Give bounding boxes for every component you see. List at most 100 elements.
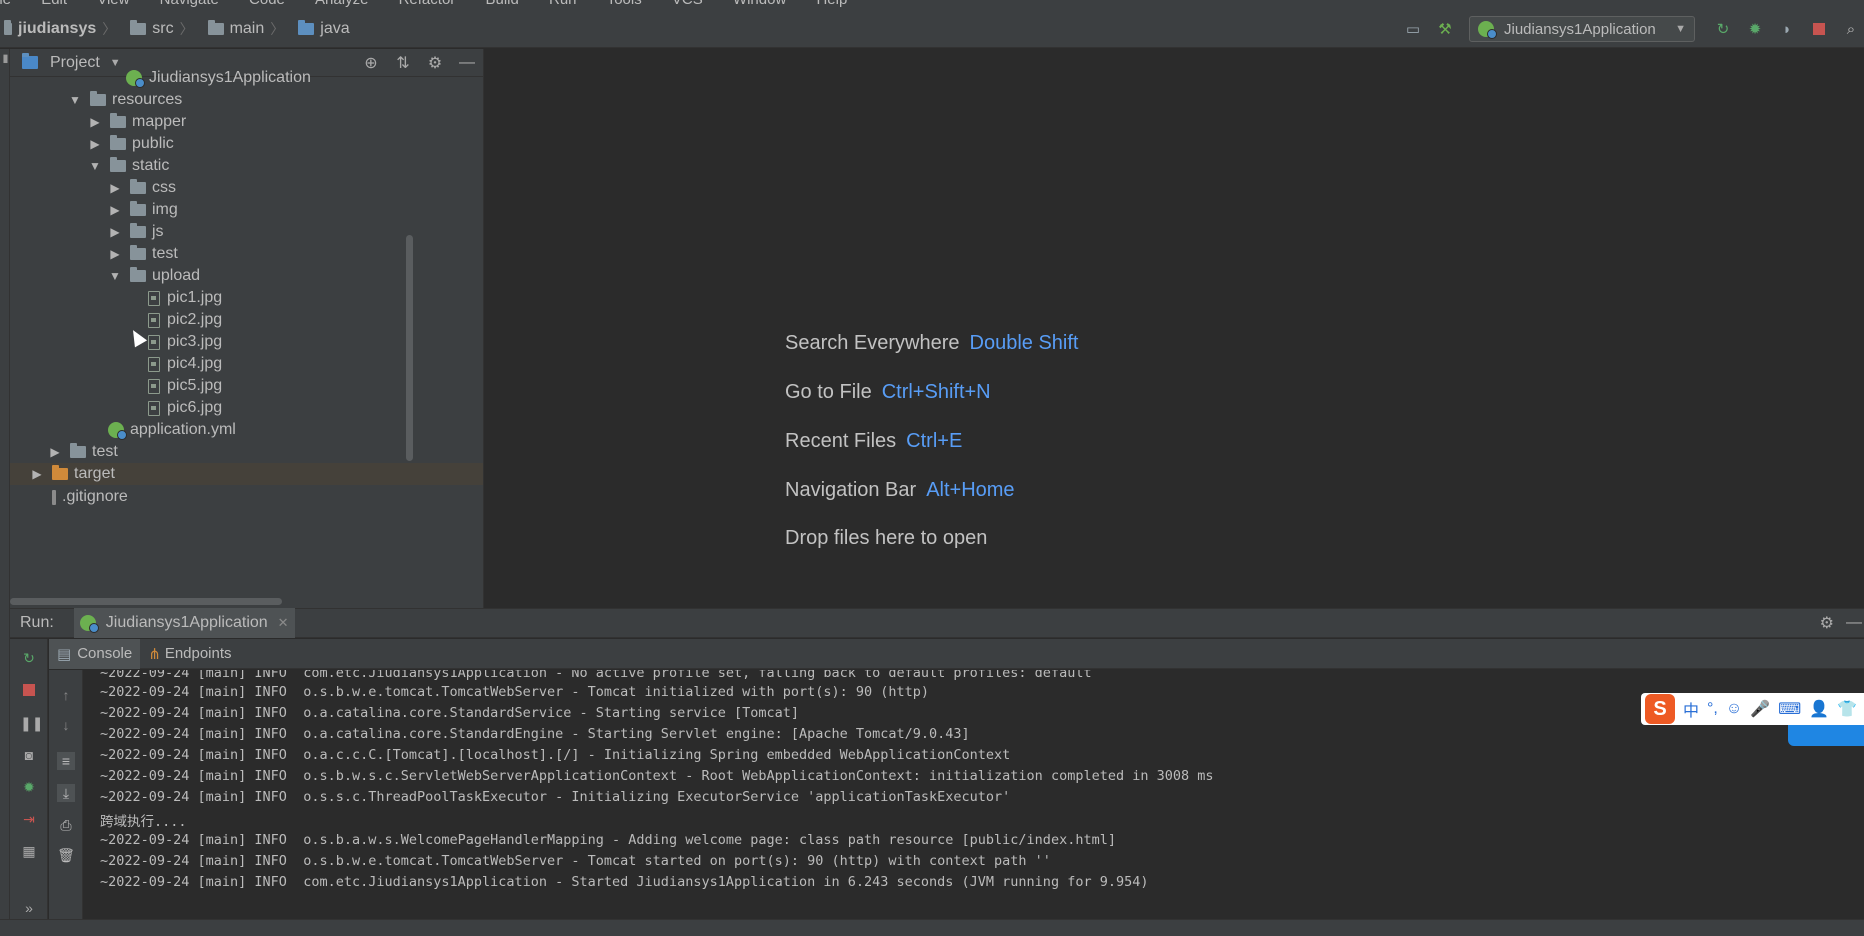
expanded-arrow-icon[interactable]: ▼ [68,93,82,107]
emoji-icon[interactable]: ☺ [1726,700,1742,718]
stop-icon[interactable] [20,682,38,700]
collapsed-arrow-icon[interactable]: ▶ [108,225,122,239]
menu-window[interactable]: Window [733,0,786,8]
spring-boot-icon [1478,21,1497,39]
menu-run[interactable]: Run [549,0,577,8]
tree-item[interactable]: ▶ public [10,133,483,155]
collapsed-arrow-icon[interactable]: ▶ [108,247,122,261]
project-panel: Project ▼ ⊕ ⇅ ⚙ — Jiudiansys1Application… [10,49,484,608]
pause-icon[interactable]: ❚❚ [20,714,43,732]
arrow-up-icon[interactable]: ↑ [57,686,75,704]
rerun-icon[interactable]: ↻ [20,649,38,667]
folder-icon [130,223,146,238]
trash-icon[interactable]: 🗑 [57,846,75,864]
tab-console[interactable]: ▤ Console [49,638,141,669]
menu-view[interactable]: View [97,0,129,8]
tree-item[interactable]: ▶ target [10,463,483,485]
folder-icon [70,443,86,458]
expanded-arrow-icon[interactable]: ▼ [108,269,122,283]
layout-icon[interactable]: ▦ [20,842,38,860]
collapsed-arrow-icon[interactable]: ▶ [88,137,102,151]
menu-code[interactable]: Code [249,0,285,8]
hint-navigation-bar: Navigation Bar Alt+Home [785,479,1015,501]
camera-icon[interactable]: ◙ [20,746,38,764]
menu-edit[interactable]: Edit [41,0,67,8]
keyboard-icon[interactable]: ⌨ [1778,699,1801,719]
vertical-scrollbar[interactable] [406,235,413,461]
microphone-icon[interactable]: 🎤 [1750,699,1770,719]
terminal-icon[interactable]: ▭ [1404,20,1422,38]
minimize-icon[interactable]: — [1846,614,1862,632]
tab-endpoints[interactable]: ⋔ Endpoints [140,639,239,669]
breadcrumb-src[interactable]: src 〉 [126,19,203,39]
breadcrumb-main[interactable]: main 〉 [204,19,295,39]
menu-vcs[interactable]: VCS [672,0,703,8]
close-icon[interactable]: ✕ [278,615,289,631]
console-line: ~2022-09-24 [main] INFO com.etc.Jiudians… [100,670,1092,681]
tree-item[interactable]: ▶ img [10,199,483,221]
collapsed-arrow-icon[interactable]: ▶ [30,467,44,481]
debug-bug-icon[interactable]: ✹ [20,778,38,796]
spring-config-icon [108,422,127,440]
menu-analyze[interactable]: Analyze [315,0,368,8]
run-configuration-select[interactable]: Jiudiansys1Application ▼ [1469,16,1695,42]
skin-icon[interactable]: 👕 [1837,699,1857,719]
tree-item[interactable]: ▼ resources [10,89,483,111]
rerun-icon[interactable]: ↻ [1714,20,1732,38]
navigation-bar: jiudiansys 〉 src 〉 main 〉 java ▭ ⚒ Jiudians… [0,10,1864,48]
search-icon[interactable]: ⌕ [1842,20,1860,38]
image-file-icon [148,400,160,416]
menu-tools[interactable]: Tools [607,0,642,8]
debug-icon[interactable]: ✹ [1746,20,1764,38]
run-tab[interactable]: Jiudiansys1Application ✕ [73,608,295,638]
tree-item[interactable]: Jiudiansys1Application [10,67,483,89]
gear-icon[interactable]: ⚙ [1820,613,1834,633]
menu-refactor[interactable]: Refactor [399,0,456,8]
spring-boot-icon [79,615,99,633]
tree-item[interactable]: ▼ static [10,155,483,177]
collapsed-arrow-icon[interactable]: ▶ [108,181,122,195]
run-side-toolbar: ↻ ❚❚ ◙ ✹ ⇥ ▦ » [10,639,48,919]
ime-chinese-mode[interactable]: 中 [1683,697,1699,721]
user-icon[interactable]: 👤 [1809,699,1829,719]
console-line: ~2022-09-24 [main] INFO com.etc.Jiudians… [100,874,1149,890]
folder-icon [110,135,126,150]
scroll-to-end-icon[interactable]: ⤓ [57,784,75,802]
console-output[interactable]: ~2022-09-24 [main] INFO com.etc.Jiudians… [84,670,1864,919]
left-tool-stripe: ▮ [0,49,12,919]
expanded-arrow-icon[interactable]: ▼ [88,159,102,173]
menu-build[interactable]: Build [485,0,518,8]
tree-item[interactable]: ▶ css [10,177,483,199]
menu-help[interactable]: Help [816,0,847,8]
horizontal-scrollbar[interactable] [10,598,282,605]
breadcrumb-project[interactable]: jiudiansys 〉 [0,19,126,39]
bottom-tool-stripe [0,919,1864,936]
menu-file[interactable]: ile [0,0,11,8]
breadcrumb-java[interactable]: java [294,19,353,38]
tree-item[interactable]: ▶ mapper [10,111,483,133]
hint-drop-files: Drop files here to open [785,527,988,549]
menu-navigate[interactable]: Navigate [160,0,219,8]
build-hammer-icon[interactable]: ⚒ [1436,20,1454,38]
collapsed-arrow-icon[interactable]: ▶ [108,203,122,217]
ime-toolbar[interactable]: S 中 °, ☺ 🎤 ⌨ 👤 👕 [1641,693,1864,725]
print-icon[interactable]: ⎙ [57,816,75,834]
folder-icon [110,113,126,128]
exit-icon[interactable]: ⇥ [20,810,38,828]
arrow-down-icon[interactable]: ↓ [57,716,75,734]
spring-class-icon [126,70,145,88]
ime-punctuation[interactable]: °, [1707,700,1718,718]
run-toolwindow-header: Run: Jiudiansys1Application ✕ ⚙ — [10,608,1864,638]
collapsed-arrow-icon[interactable]: ▶ [88,115,102,129]
tree-item[interactable]: .gitignore [10,486,483,508]
coverage-icon[interactable]: ◗ [1778,20,1796,38]
stop-icon[interactable] [1810,20,1828,38]
more-icon[interactable]: » [20,899,38,917]
soft-wrap-icon[interactable]: ≡ [57,752,75,770]
collapsed-arrow-icon[interactable]: ▶ [48,445,62,459]
ime-logo[interactable]: S [1645,694,1675,724]
console-icon: ▤ [57,645,72,663]
console-line: ~2022-09-24 [main] INFO o.s.b.w.e.tomcat… [100,684,930,700]
gitignore-file-icon [52,489,56,505]
image-file-icon [148,378,160,394]
